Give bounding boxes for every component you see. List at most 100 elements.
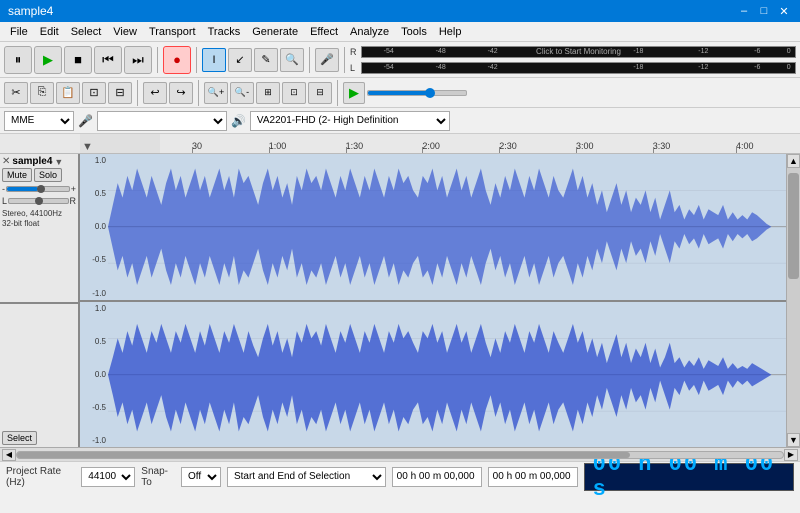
pause-button[interactable]: ⏸ (4, 46, 32, 74)
menu-tracks[interactable]: Tracks (202, 24, 247, 40)
meter-l-bar: -54 -48 -42 -18 -12 -6 0 (361, 62, 796, 74)
track-name: sample4 (12, 156, 52, 167)
menu-transport[interactable]: Transport (143, 24, 202, 40)
v-scrollbar[interactable]: ▲ ▼ (786, 154, 800, 447)
close-button[interactable]: ✕ (776, 3, 792, 19)
ruler-30: 30 (192, 141, 202, 151)
paste-button[interactable]: 📋 (56, 82, 80, 104)
tick-48l: -48 (436, 64, 446, 71)
envelope-tool[interactable]: ↙ (228, 48, 252, 72)
menu-file[interactable]: File (4, 24, 34, 40)
solo-button[interactable]: Solo (34, 168, 62, 182)
undo-button[interactable]: ↩ (143, 82, 167, 104)
gain-thumb[interactable] (37, 185, 45, 193)
skip-end-button[interactable]: ⏭ (124, 46, 152, 74)
window-title: sample4 (8, 4, 53, 18)
tick-18r: -18 (633, 48, 643, 55)
mic-button[interactable]: 🎤 (315, 48, 339, 72)
project-rate-select[interactable]: 44100 (81, 467, 135, 487)
menu-help[interactable]: Help (433, 24, 468, 40)
menu-select[interactable]: Select (65, 24, 108, 40)
output-device-select[interactable]: VA2201-FHD (2- High Definition (250, 111, 450, 131)
selection-end-input[interactable] (488, 467, 578, 487)
menu-edit[interactable]: Edit (34, 24, 65, 40)
redo-button[interactable]: ↪ (169, 82, 193, 104)
edit-toolbar: ✂ ⎘ 📋 ⊡ ⊟ ↩ ↪ 🔍+ 🔍- ⊞ ⊡ ⊟ ▶ (0, 78, 800, 108)
time-display: 00 h 00 m 00 s (584, 463, 794, 491)
minimize-button[interactable]: – (736, 3, 752, 19)
maximize-button[interactable]: □ (756, 3, 772, 19)
tick-12l: -12 (698, 64, 708, 71)
stop-button[interactable]: ■ (64, 46, 92, 74)
v-scroll-up[interactable]: ▲ (787, 154, 800, 168)
waveform-svg-lower (108, 302, 786, 448)
bottom-bar: Project Rate (Hz) 44100 Snap-To Off Star… (0, 461, 800, 491)
tick-42r: -42 (488, 48, 498, 55)
v-scroll-track (787, 168, 800, 433)
menu-generate[interactable]: Generate (246, 24, 304, 40)
zoom-out-button[interactable]: 🔍- (230, 82, 254, 104)
track-panel: ✕ sample4 ▼ Mute Solo - + L (0, 154, 80, 447)
waveform-upper[interactable]: 1.0 0.5 0.0 -0.5 -1.0 (80, 154, 786, 302)
silence-button[interactable]: ⊟ (108, 82, 132, 104)
sep7 (337, 80, 338, 106)
y-label-n05-upper: -0.5 (80, 255, 108, 264)
record-button[interactable]: ● (163, 46, 191, 74)
menu-view[interactable]: View (107, 24, 143, 40)
play-volume-slider[interactable] (367, 90, 467, 96)
play-volume-thumb[interactable] (425, 88, 435, 98)
input-device-select[interactable] (97, 111, 227, 131)
pan-slider[interactable] (8, 198, 68, 204)
zoom-in-button[interactable]: 🔍+ (204, 82, 228, 104)
cut-button[interactable]: ✂ (4, 82, 28, 104)
zoom-fit-button[interactable]: ⊞ (256, 82, 280, 104)
y-label-00-lower: 0.0 (80, 370, 108, 379)
menu-effect[interactable]: Effect (304, 24, 344, 40)
zoom-toggle-button[interactable]: ⊟ (308, 82, 332, 104)
mute-button[interactable]: Mute (2, 168, 32, 182)
select-button[interactable]: Select (2, 431, 37, 445)
waveform-lower[interactable]: 1.0 0.5 0.0 -0.5 -1.0 (80, 302, 786, 448)
project-rate-label: Project Rate (Hz) (6, 466, 75, 488)
copy-button[interactable]: ⎘ (30, 82, 54, 104)
ruler-tick-330 (653, 147, 654, 153)
h-scroll-right[interactable]: ▶ (784, 449, 798, 461)
draw-tool[interactable]: ✎ (254, 48, 278, 72)
pan-l-label: L (2, 196, 7, 206)
selection-tool[interactable]: I (202, 48, 226, 72)
pan-row: L R (2, 196, 76, 206)
zoom-sel-button[interactable]: ⊡ (282, 82, 306, 104)
skip-start-button[interactable]: ⏮ (94, 46, 122, 74)
click-monitor-text[interactable]: Click to Start Monitoring (536, 47, 621, 56)
v-scroll-down[interactable]: ▼ (787, 433, 800, 447)
ruler-arrow-icon: ▼ (82, 141, 93, 153)
gain-minus-icon: - (2, 184, 5, 194)
ruler-200: 2:00 (422, 141, 440, 151)
menu-tools[interactable]: Tools (395, 24, 433, 40)
ruler-tick-200 (422, 147, 423, 153)
menu-analyze[interactable]: Analyze (344, 24, 395, 40)
selection-start-input[interactable] (392, 467, 482, 487)
play-button[interactable]: ▶ (34, 46, 62, 74)
play-meter-button[interactable]: ▶ (343, 82, 365, 104)
ruler-tick-100 (269, 147, 270, 153)
mic-icon: 🎤 (78, 114, 93, 128)
speaker-icon: 🔊 (231, 114, 246, 128)
track-dropdown-icon[interactable]: ▼ (54, 157, 63, 167)
sep3 (309, 47, 310, 73)
h-scrollbar-thumb[interactable] (17, 452, 630, 458)
trim-button[interactable]: ⊡ (82, 82, 106, 104)
h-scroll-left[interactable]: ◀ (2, 449, 16, 461)
tick-48r: -48 (436, 48, 446, 55)
zoom-tool[interactable]: 🔍 (280, 48, 304, 72)
pan-thumb[interactable] (35, 197, 43, 205)
track-close-icon[interactable]: ✕ (2, 156, 10, 167)
gain-slider[interactable] (6, 186, 70, 192)
selection-mode-select[interactable]: Start and End of Selection Start and Len… (227, 467, 386, 487)
y-label-n05-lower: -0.5 (80, 403, 108, 412)
snap-to-select[interactable]: Off (181, 467, 221, 487)
y-label-10-lower: 1.0 (80, 304, 108, 313)
meter-r-label: R (350, 47, 358, 57)
audio-host-select[interactable]: MME (4, 111, 74, 131)
v-scroll-thumb[interactable] (788, 173, 799, 279)
